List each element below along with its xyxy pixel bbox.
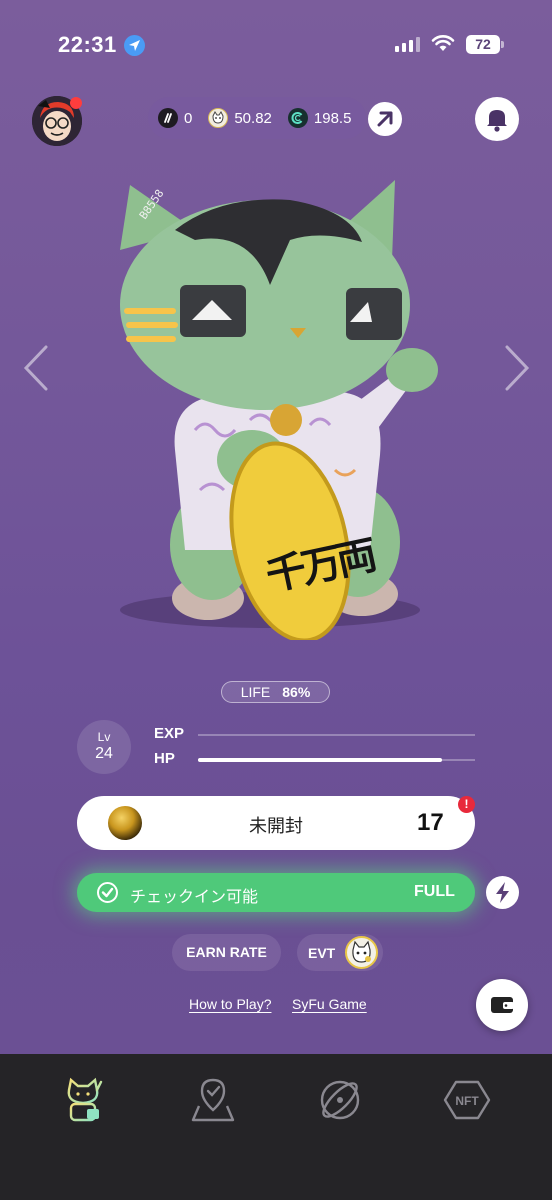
token-balance-3: 198.5 (313, 109, 352, 127)
notifications-button[interactable] (475, 97, 519, 141)
level-label: Lv (97, 730, 111, 744)
level-badge: Lv 24 (77, 720, 131, 774)
nft-tab-label: NFT (455, 1094, 479, 1108)
life-percent: 86% (282, 684, 311, 700)
location-arrow-icon (124, 35, 145, 56)
bell-icon (487, 110, 507, 132)
evt-label: EVT (308, 945, 336, 961)
evt-cat-icon (345, 936, 378, 969)
box-label: 未開封 (249, 816, 303, 836)
hp-bar (198, 758, 475, 762)
next-chevron-icon[interactable] (503, 345, 531, 391)
life-label: LIFE (240, 684, 271, 700)
lucky-cat-character[interactable]: 千万両 B8558 (100, 170, 452, 640)
notification-dot (70, 97, 82, 109)
alert-badge: ! (458, 796, 475, 813)
map-pin-icon (191, 1078, 235, 1122)
life-indicator: LIFE 86% (221, 681, 330, 703)
hp-bar-fill (198, 758, 442, 762)
box-count: 17 (417, 809, 444, 836)
stripe-token-icon (158, 108, 178, 128)
boost-button[interactable] (486, 876, 519, 909)
bottom-tab-bar: NFT (0, 1054, 552, 1200)
cellular-signal-icon (395, 36, 420, 52)
battery-cap (501, 41, 504, 48)
wallet-icon (491, 997, 514, 1013)
tab-home[interactable] (61, 1076, 109, 1124)
tab-explore[interactable] (316, 1076, 364, 1124)
evt-button[interactable]: EVT (297, 934, 383, 971)
wifi-icon (431, 35, 455, 51)
syfu-game-link[interactable]: SyFu Game (292, 996, 367, 1012)
cat-token-icon (208, 108, 229, 128)
how-to-play-link[interactable]: How to Play? (189, 996, 271, 1012)
tab-map[interactable] (189, 1076, 237, 1124)
hp-label: HP (154, 750, 175, 767)
exp-label: EXP (154, 725, 185, 742)
arrow-up-right-icon (377, 111, 393, 127)
orbit-icon (320, 1080, 360, 1120)
checkin-button[interactable]: チェックイン可能 FULL (77, 873, 475, 912)
earn-rate-button[interactable]: EARN RATE (172, 934, 281, 971)
open-external-button[interactable] (368, 102, 402, 136)
unopened-box-card[interactable]: 未開封 17 (77, 796, 475, 850)
nft-hexagon-icon: NFT (443, 1080, 491, 1120)
token-balance-1: 0 (184, 109, 193, 127)
c-token-icon (287, 108, 308, 128)
wallet-button[interactable] (476, 979, 528, 1031)
check-circle-icon (97, 882, 118, 903)
checkin-status: FULL (414, 883, 455, 900)
lucky-cat-icon (67, 1077, 103, 1122)
exp-bar (198, 734, 475, 736)
checkin-label: チェックイン可能 (130, 889, 259, 906)
status-time: 22:31 (58, 32, 117, 57)
level-value: 24 (95, 745, 113, 762)
token-balance-2: 50.82 (234, 109, 272, 127)
battery-indicator: 72 (466, 35, 500, 54)
previous-chevron-icon[interactable] (22, 345, 50, 391)
balance-pill[interactable]: 0 50.82 198.5 (148, 97, 366, 139)
lightning-bolt-icon (496, 882, 509, 903)
tab-nft[interactable]: NFT (443, 1076, 491, 1124)
